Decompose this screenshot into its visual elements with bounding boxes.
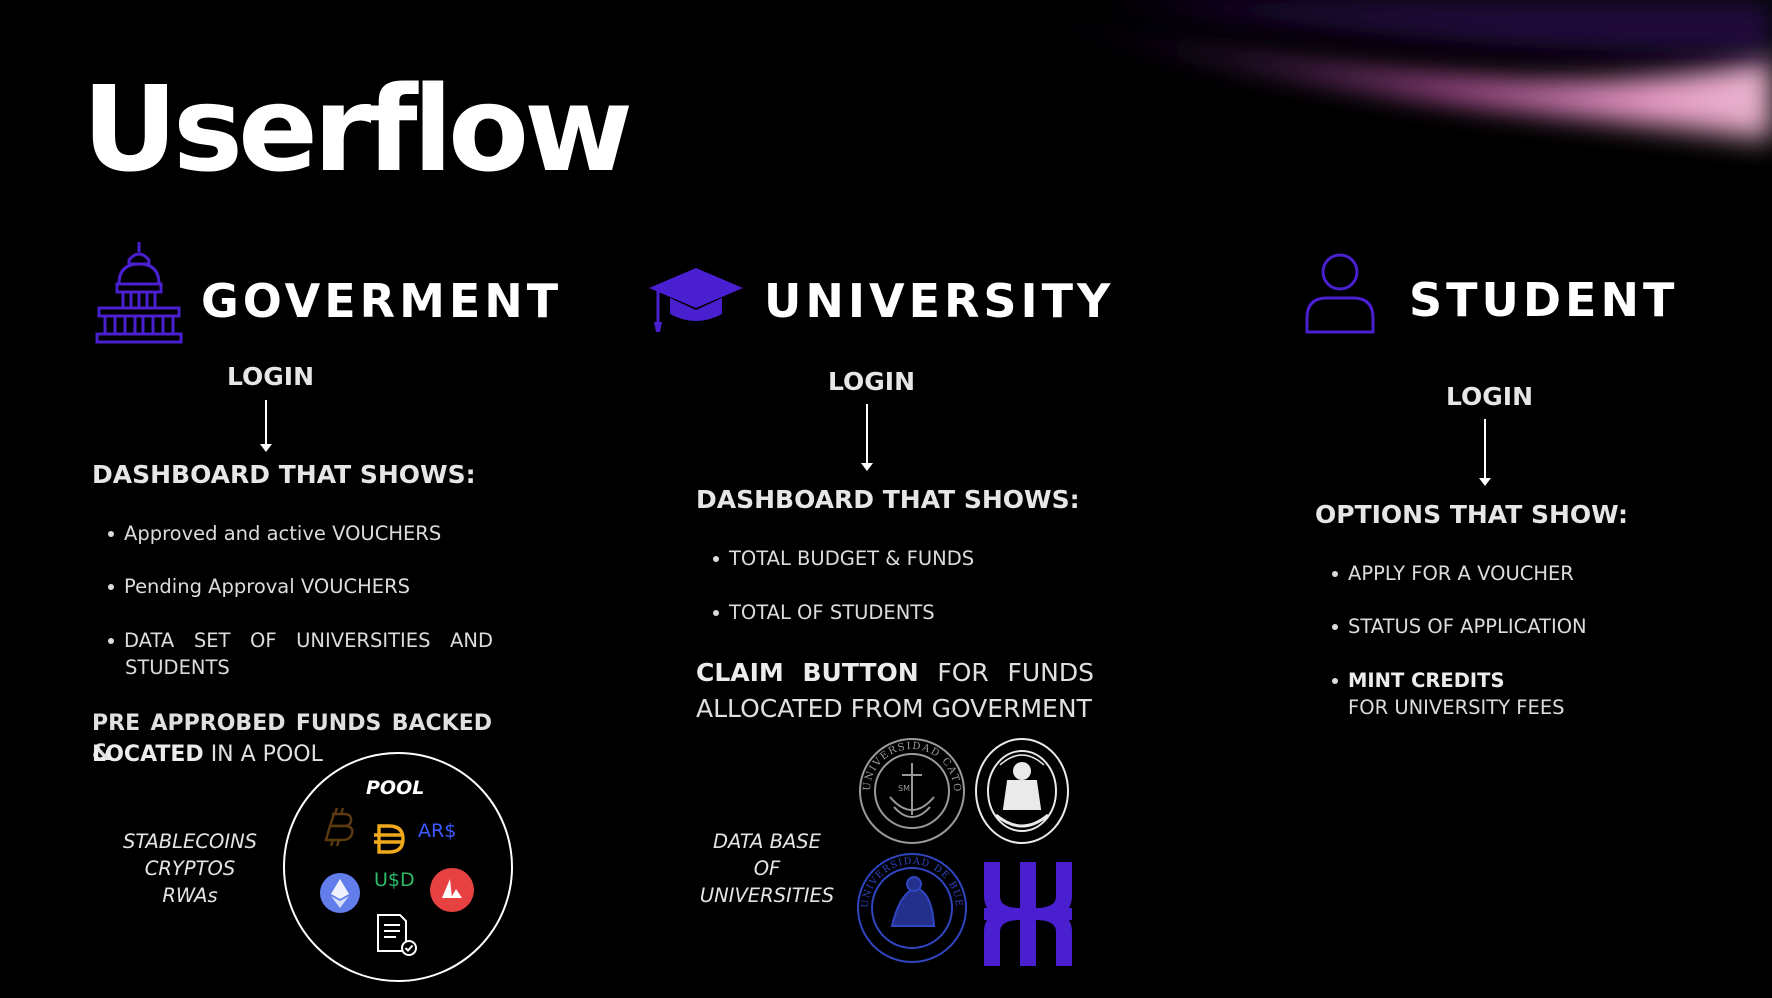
asset-types-list: STABLECOINS CRYPTOS RWAs bbox=[110, 828, 270, 909]
button-word: BUTTON bbox=[802, 658, 919, 687]
uca-seal-icon: SM UNIVERSIDAD CATOLICA ARGENTINA bbox=[858, 737, 965, 844]
mint-credits-detail: FOR UNIVERSITY FEES bbox=[1348, 696, 1565, 719]
government-flow-arrow bbox=[260, 400, 272, 452]
government-title: GOVERMENT bbox=[201, 274, 563, 328]
university-dashboard-heading: DASHBOARD THAT SHOWS: bbox=[696, 485, 1080, 514]
list-item: Approved and active VOUCHERS bbox=[108, 520, 441, 547]
list-item: TOTAL BUDGET & FUNDS bbox=[713, 545, 974, 572]
ethereum-icon bbox=[320, 873, 360, 913]
usd-token-label: U$D bbox=[374, 869, 415, 891]
claim-line-1: CLAIM BUTTON FOR FUNDS bbox=[696, 655, 1094, 691]
dai-icon bbox=[374, 824, 405, 854]
asset-type-label: CRYPTOS bbox=[144, 857, 236, 880]
government-dashboard-heading: DASHBOARD THAT SHOWS: bbox=[92, 460, 476, 489]
list-item: APPLY FOR A VOUCHER bbox=[1332, 560, 1574, 587]
list-item: STATUS OF APPLICATION bbox=[1332, 613, 1587, 640]
list-item: Pending Approval VOUCHERS bbox=[108, 573, 410, 600]
claim-line-2: ALLOCATED FROM GOVERMENT bbox=[696, 694, 1092, 723]
funds-word: FUNDS bbox=[1007, 658, 1094, 687]
pool-label: POOL bbox=[366, 777, 425, 799]
graduation-cap-icon bbox=[649, 268, 743, 332]
svg-text:UNIVERSIDAD CATOLICA ARGENTINA: UNIVERSIDAD CATOLICA ARGENTINA bbox=[858, 737, 962, 793]
student-flow-arrow bbox=[1479, 419, 1491, 486]
avalanche-icon bbox=[430, 868, 474, 912]
student-login-label: LOGIN bbox=[1446, 382, 1534, 411]
government-funds-line-2: LOCATED IN A POOL bbox=[92, 740, 323, 770]
list-item: DATA SET OF UNIVERSITIES AND bbox=[108, 627, 493, 654]
claim-word: CLAIM bbox=[696, 658, 784, 687]
for-word: FOR bbox=[937, 658, 989, 687]
asset-type-label: STABLECOINS bbox=[122, 830, 258, 853]
uba-seal-icon: UNIVERSIDAD DE BUENOS AIRES bbox=[856, 852, 967, 963]
utn-logo-icon bbox=[984, 862, 1072, 966]
person-outline-icon bbox=[1305, 253, 1375, 334]
university-flow-arrow bbox=[861, 404, 873, 471]
university-claim-text: CLAIM BUTTON FOR FUNDS ALLOCATED FROM GO… bbox=[696, 655, 1094, 727]
list-item: TOTAL OF STUDENTS bbox=[713, 599, 935, 626]
svg-text:SM: SM bbox=[898, 784, 910, 793]
ars-token-label: AR$ bbox=[418, 820, 457, 842]
student-title: STUDENT bbox=[1409, 273, 1679, 327]
university-title: UNIVERSITY bbox=[764, 274, 1115, 328]
funds-bold-text: LOCATED bbox=[92, 742, 204, 767]
database-label: DATA BASE OF UNIVERSITIES bbox=[686, 828, 848, 909]
asset-type-label: RWAs bbox=[162, 884, 218, 907]
capitol-building-icon bbox=[95, 242, 183, 344]
bitcoin-icon bbox=[324, 807, 354, 847]
database-line: DATA BASE bbox=[712, 830, 821, 853]
database-line: OF bbox=[753, 857, 781, 880]
government-login-label: LOGIN bbox=[227, 362, 315, 391]
university-login-label: LOGIN bbox=[828, 367, 916, 396]
database-line: UNIVERSITIES bbox=[699, 884, 835, 907]
document-icon bbox=[377, 914, 417, 956]
page-title: Userflow bbox=[82, 60, 633, 198]
list-item: MINT CREDITS bbox=[1332, 667, 1505, 694]
funds-rest-text: IN A POOL bbox=[203, 742, 323, 767]
unlp-seal-icon bbox=[975, 738, 1069, 844]
government-bullet-continuation: STUDENTS bbox=[125, 656, 230, 679]
student-options-heading: OPTIONS THAT SHOW: bbox=[1315, 500, 1628, 529]
